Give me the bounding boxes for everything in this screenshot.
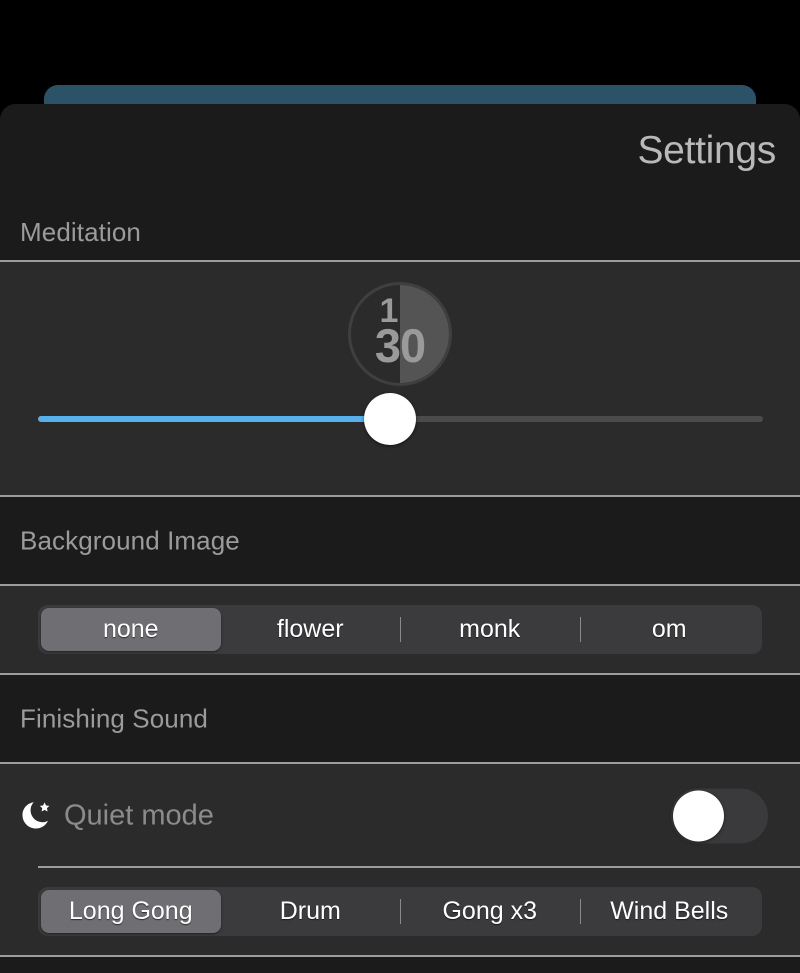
- segment-sound-drum[interactable]: Drum: [221, 890, 401, 933]
- section-header-meditation: Meditation: [20, 217, 141, 247]
- section-header-finishing-sound: Finishing Sound: [20, 703, 208, 733]
- quiet-mode-toggle-knob[interactable]: [673, 790, 724, 842]
- app-screen: Settings Meditation 1 30 Background Imag…: [0, 0, 800, 973]
- page-title: Settings: [637, 129, 776, 172]
- quiet-mode-label: Quiet mode: [64, 799, 214, 832]
- meditation-duration-dial: 1 30: [348, 282, 452, 386]
- quiet-mode-toggle[interactable]: [671, 788, 768, 844]
- moon-star-icon: [17, 797, 55, 835]
- segment-sound-gong-x3[interactable]: Gong x3: [400, 890, 580, 933]
- dial-text: 1 30: [348, 282, 452, 386]
- slider-fill: [38, 416, 390, 422]
- segment-background-flower[interactable]: flower: [221, 608, 401, 651]
- meditation-duration-slider[interactable]: [38, 393, 763, 445]
- section-header-finishing-sound-row: Finishing Sound: [0, 675, 800, 762]
- section-header-background-image: Background Image: [20, 525, 240, 555]
- finishing-sound-row: Long Gong Drum Gong x3 Wind Bells: [0, 868, 800, 955]
- background-image-segmented-control[interactable]: none flower monk om: [38, 605, 762, 654]
- meditation-duration-row: 1 30: [0, 262, 800, 495]
- quiet-mode-row[interactable]: Quiet mode: [0, 764, 800, 868]
- slider-thumb[interactable]: [363, 393, 416, 445]
- divider-below-quiet-mode: [38, 866, 800, 868]
- background-image-row: none flower monk om: [0, 586, 800, 673]
- segment-sound-long-gong[interactable]: Long Gong: [41, 890, 221, 933]
- segment-background-om[interactable]: om: [579, 608, 760, 651]
- dial-minutes-value: 30: [374, 319, 426, 372]
- segment-sound-wind-bells[interactable]: Wind Bells: [579, 890, 760, 933]
- settings-sheet: Settings Meditation 1 30 Background Imag…: [0, 104, 800, 973]
- sheet-tail: [0, 957, 800, 973]
- segment-background-monk[interactable]: monk: [400, 608, 580, 651]
- segment-background-none[interactable]: none: [41, 608, 221, 651]
- section-header-background-image-row: Background Image: [0, 497, 800, 584]
- finishing-sound-segmented-control[interactable]: Long Gong Drum Gong x3 Wind Bells: [38, 887, 762, 936]
- settings-header: Settings Meditation: [0, 104, 800, 260]
